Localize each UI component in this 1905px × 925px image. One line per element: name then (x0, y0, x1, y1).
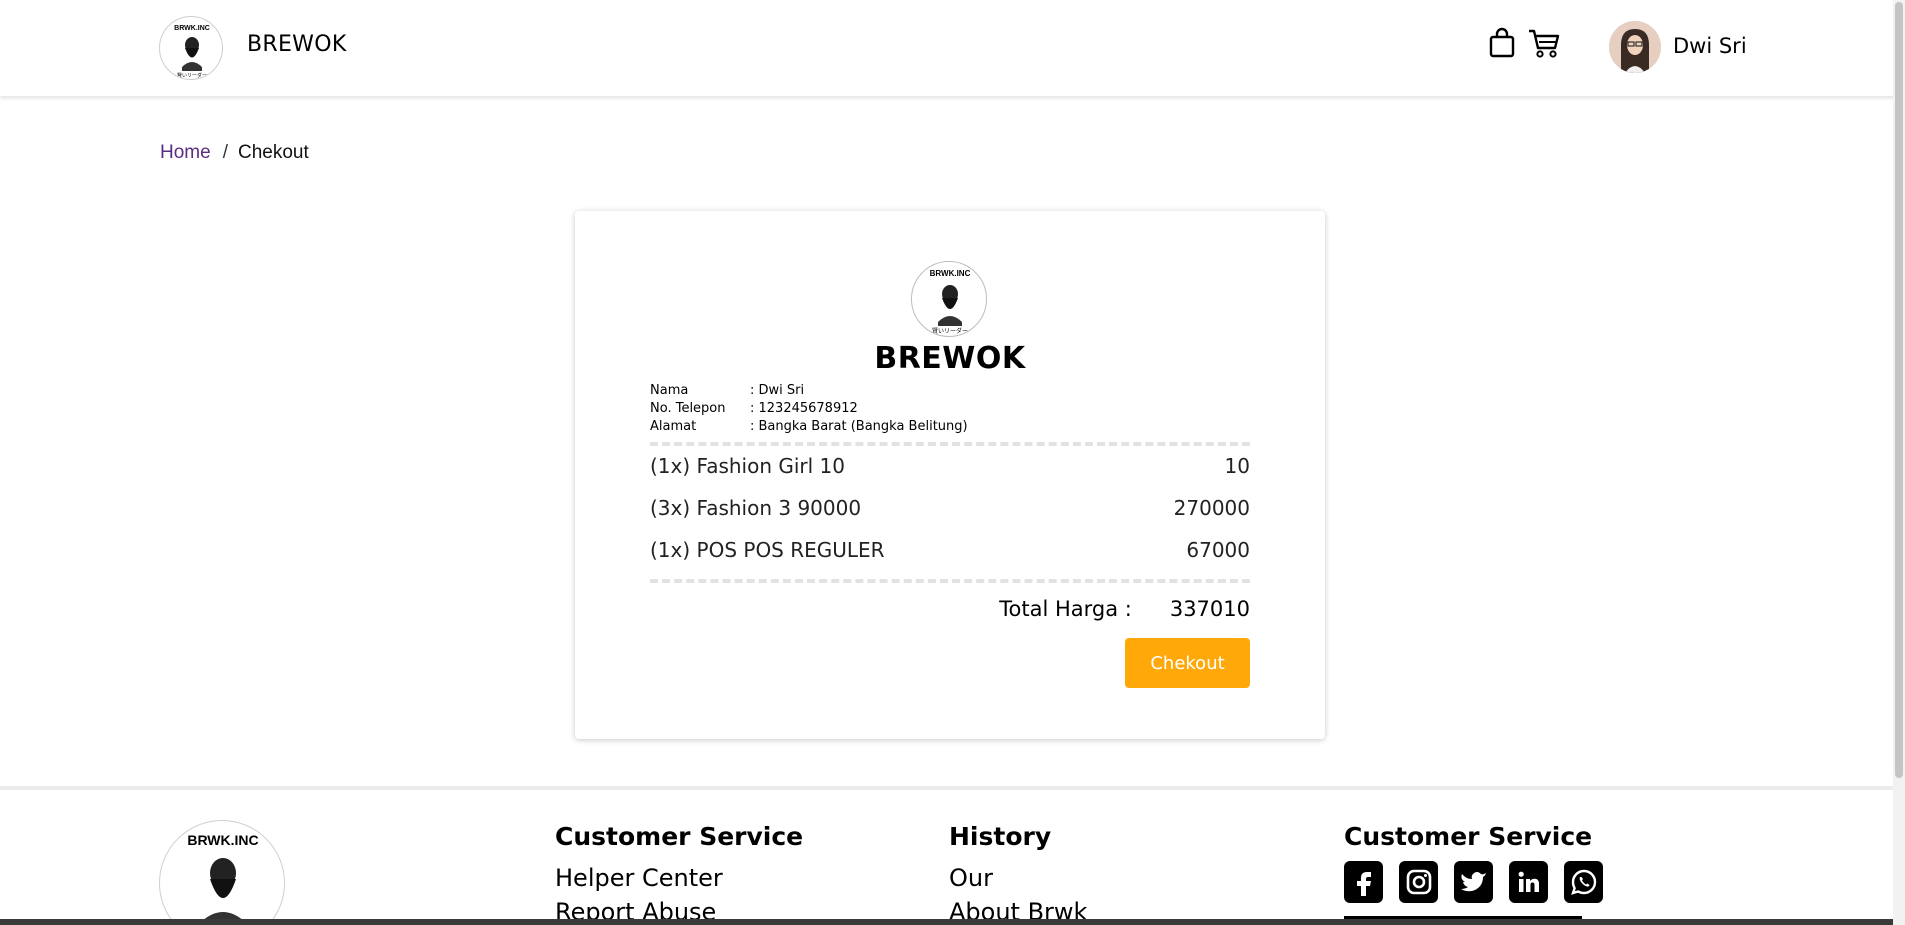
info-row-name: Nama : Dwi Sri (650, 382, 968, 400)
avatar[interactable] (1609, 21, 1661, 73)
order-item: (1x) POS POS REGULER 67000 (650, 538, 1250, 562)
footer-logo: BRWK.INC (159, 820, 285, 925)
top-navbar: BRWK.INC 賢いリーダー BREWOK Dwi Sri (0, 0, 1905, 96)
breadcrumb: Home / Chekout (160, 142, 309, 164)
total-label: Total Harga : (999, 597, 1132, 621)
breadcrumb-separator: / (222, 142, 228, 163)
total-value: 337010 (1169, 597, 1250, 621)
window-bottom-edge (0, 919, 1905, 925)
order-item-name: (1x) POS POS REGULER (650, 538, 885, 562)
footer-customer-service: Customer Service Helper Center Report Ab… (555, 822, 803, 925)
info-label: Nama (650, 383, 689, 398)
dashed-divider (650, 579, 1250, 583)
receipt-logo: BRWK.INC 賢いリーダー (911, 261, 987, 337)
info-value: : Bangka Barat (Bangka Belitung) (750, 419, 968, 434)
info-value: : 123245678912 (750, 401, 858, 416)
footer-heading: Customer Service (1344, 822, 1593, 851)
footer-social: Customer Service (1344, 822, 1603, 903)
receipt-logo-subtext: 賢いリーダー (932, 327, 968, 335)
scrollbar[interactable] (1893, 0, 1905, 925)
twitter-icon[interactable] (1454, 861, 1493, 903)
checkout-receipt-card: BRWK.INC 賢いリーダー BREWOK Nama : Dwi Sri No… (575, 211, 1325, 739)
brand-logo[interactable]: BRWK.INC 賢いリーダー (159, 16, 223, 80)
breadcrumb-current: Chekout (237, 142, 309, 163)
total-price: Total Harga : 337010 (999, 597, 1250, 621)
footer-link-our[interactable]: Our (949, 861, 1087, 895)
info-value: : Dwi Sri (750, 383, 805, 398)
order-item: (3x) Fashion 3 90000 270000 (650, 496, 1250, 520)
user-name[interactable]: Dwi Sri (1673, 34, 1747, 58)
footer-heading: Customer Service (555, 822, 804, 851)
footer-heading: History (949, 822, 1052, 851)
receipt-title: BREWOK (874, 341, 1026, 376)
scrollbar-thumb[interactable] (1895, 2, 1903, 778)
whatsapp-icon[interactable] (1564, 861, 1603, 903)
order-item: (1x) Fashion Girl 10 10 (650, 454, 1250, 478)
checkout-button[interactable]: Chekout (1125, 638, 1250, 688)
brand-name[interactable]: BREWOK (247, 32, 347, 57)
breadcrumb-home-link[interactable]: Home (160, 142, 211, 163)
logo-text: BRWK.INC (174, 25, 210, 32)
info-label: Alamat (650, 419, 697, 434)
footer-link-helper-center[interactable]: Helper Center (555, 861, 803, 895)
shopping-bag-icon[interactable] (1488, 27, 1516, 59)
receipt-logo-text: BRWK.INC (930, 269, 971, 278)
info-row-address: Alamat : Bangka Barat (Bangka Belitung) (650, 418, 968, 436)
order-item-price: 67000 (1186, 538, 1250, 562)
dashed-divider (650, 442, 1250, 446)
order-item-price: 10 (1224, 454, 1250, 478)
linkedin-icon[interactable] (1509, 861, 1548, 903)
facebook-icon[interactable] (1344, 861, 1383, 903)
footer-divider (0, 786, 1905, 790)
instagram-icon[interactable] (1399, 861, 1438, 903)
order-item-name: (1x) Fashion Girl 10 (650, 454, 846, 478)
info-label: No. Telepon (650, 401, 726, 416)
footer-history: History Our About Brwk (949, 822, 1087, 925)
order-item-name: (3x) Fashion 3 90000 (650, 496, 862, 520)
info-row-phone: No. Telepon : 123245678912 (650, 400, 968, 418)
cart-icon[interactable] (1527, 27, 1561, 59)
social-icons (1344, 861, 1603, 903)
customer-info: Nama : Dwi Sri No. Telepon : 12324567891… (650, 382, 968, 436)
logo-subtext: 賢いリーダー (177, 72, 207, 79)
footer-logo-text: BRWK.INC (187, 832, 258, 848)
order-item-price: 270000 (1173, 496, 1250, 520)
